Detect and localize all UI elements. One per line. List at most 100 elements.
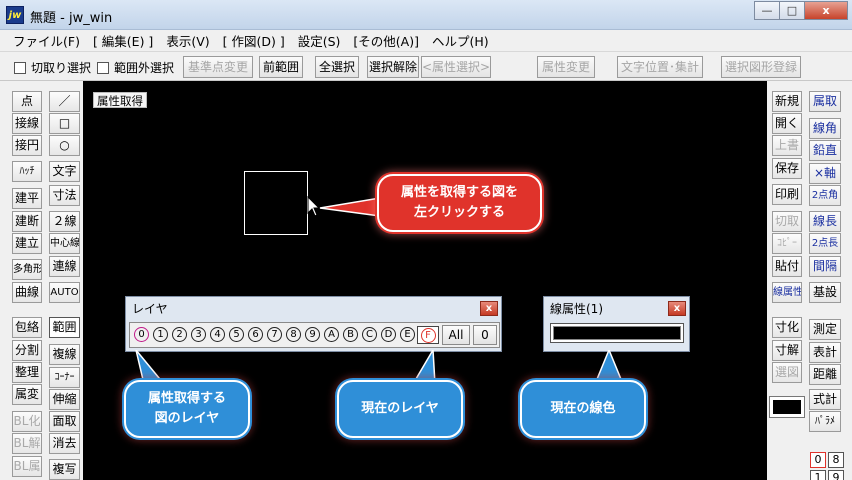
layer-all-button[interactable]: All [442, 325, 470, 345]
tool-divide[interactable]: 分割 [12, 340, 42, 361]
tool-tangent-circle[interactable]: 接円 [12, 135, 42, 156]
tool-point[interactable]: 点 [12, 91, 42, 112]
tool-stretch[interactable]: 伸縮 [49, 389, 80, 410]
current-line-swatch[interactable] [769, 396, 805, 418]
cut-select-checkbox[interactable]: 切取り選択 [14, 59, 91, 76]
layer-button[interactable]: 6 [246, 326, 265, 344]
tool-offset[interactable]: 複線 [49, 344, 80, 365]
layer-button[interactable]: C [360, 326, 379, 344]
tool-block-create[interactable]: BL化 [12, 411, 42, 432]
checkbox-box[interactable] [14, 61, 26, 74]
tool-hatch[interactable]: ﾊｯﾁ [12, 161, 42, 182]
file-new-button[interactable]: 新規 [772, 91, 802, 112]
tool-curve[interactable]: 曲線 [12, 282, 42, 303]
outside-select-checkbox[interactable]: 範囲外選択 [97, 59, 174, 76]
scale-number-box[interactable]: 9 [828, 470, 844, 480]
formula-calc-button[interactable]: 式計 [809, 389, 841, 410]
tool-block-explode[interactable]: BL解 [12, 433, 42, 454]
paste-button[interactable]: 貼付 [772, 256, 802, 277]
copy-button[interactable]: ｺﾋﾟｰ [772, 233, 802, 254]
tool-building-section[interactable]: 建断 [12, 211, 42, 232]
layer-button[interactable]: 7 [265, 326, 284, 344]
current-layer-button[interactable]: F [417, 326, 439, 344]
line-color-swatch[interactable] [550, 323, 684, 343]
tool-attribute-change[interactable]: 属変 [12, 384, 42, 405]
distance-button[interactable]: 距離 [809, 364, 841, 385]
tool-line[interactable]: ／ [49, 91, 80, 112]
previous-range-button[interactable]: 前範囲 [259, 56, 303, 78]
x-axis-button[interactable]: ×軸 [809, 163, 841, 184]
menu-settings[interactable]: 設定(S) [293, 31, 349, 50]
file-overwrite-button[interactable]: 上書 [772, 135, 802, 156]
tool-building-elevation[interactable]: 建立 [12, 233, 42, 254]
dimension-group-button[interactable]: 寸化 [772, 317, 802, 338]
menu-file[interactable]: ファイル(F) [8, 31, 88, 50]
layer-button[interactable]: 3 [189, 326, 208, 344]
parameter-button[interactable]: ﾊﾟﾗﾒ [809, 411, 841, 432]
layer-button[interactable]: 4 [208, 326, 227, 344]
layer-button[interactable]: 1 [151, 326, 170, 344]
menu-draw[interactable]: [ 作図(D) ] [218, 31, 293, 50]
tool-copy[interactable]: 複写 [49, 459, 80, 480]
tool-chamfer[interactable]: 面取 [49, 411, 80, 432]
layer-button[interactable]: 2 [170, 326, 189, 344]
layer-button[interactable]: 8 [284, 326, 303, 344]
deselect-button[interactable]: 選択解除 [367, 56, 419, 78]
tool-envelope[interactable]: 包絡 [12, 317, 42, 338]
cut-button[interactable]: 切取 [772, 211, 802, 232]
scale-number-box[interactable]: 0 [810, 452, 826, 468]
line-angle-button[interactable]: 線角 [809, 118, 841, 139]
tool-block-attribute[interactable]: BL属 [12, 456, 42, 477]
tool-range[interactable]: 範囲 [49, 317, 80, 338]
scale-number-box[interactable]: 1 [810, 470, 826, 480]
layer-zero-button[interactable]: 0 [473, 325, 497, 345]
minimize-button[interactable]: — [754, 1, 780, 20]
tool-tangent[interactable]: 接線 [12, 113, 42, 134]
tool-continuous-line[interactable]: 連線 [49, 256, 80, 277]
tool-center-line[interactable]: 中心線 [49, 233, 80, 254]
tool-polygon[interactable]: 多角形 [12, 259, 42, 280]
dimension-ungroup-button[interactable]: 寸解 [772, 340, 802, 361]
text-position-button[interactable]: 文字位置･集計 [617, 56, 703, 78]
tool-rectangle[interactable]: □ [49, 113, 80, 134]
spacing-button[interactable]: 間隔 [809, 256, 841, 277]
attribute-select-button[interactable]: <属性選択> [421, 56, 491, 78]
table-calc-button[interactable]: 表計 [809, 342, 841, 363]
layer-button[interactable]: E [398, 326, 417, 344]
menu-view[interactable]: 表示(V) [161, 31, 217, 50]
line-panel-close-button[interactable]: x [668, 301, 686, 316]
line-attribute-button[interactable]: 線属性 [772, 282, 802, 303]
file-save-button[interactable]: 保存 [772, 158, 802, 179]
select-figure-button[interactable]: 選図 [772, 362, 802, 383]
layer-button[interactable]: B [341, 326, 360, 344]
tool-dimension[interactable]: 寸法 [49, 185, 80, 206]
checkbox-box[interactable] [97, 61, 109, 74]
layer-button[interactable]: 0 [132, 326, 151, 344]
tool-double-line[interactable]: ２線 [49, 211, 80, 232]
menu-help[interactable]: ヘルプ(H) [427, 31, 497, 50]
tool-auto[interactable]: AUTO [49, 282, 80, 303]
attribute-get-button[interactable]: 属取 [809, 91, 841, 112]
two-point-length-button[interactable]: 2点長 [809, 233, 841, 254]
menu-edit[interactable]: [ 編集(E) ] [88, 31, 161, 50]
layer-panel-close-button[interactable]: x [480, 301, 498, 316]
print-button[interactable]: 印刷 [772, 184, 802, 205]
line-length-button[interactable]: 線長 [809, 211, 841, 232]
layer-button[interactable]: 5 [227, 326, 246, 344]
base-settings-button[interactable]: 基設 [809, 282, 841, 303]
select-all-button[interactable]: 全選択 [315, 56, 359, 78]
attribute-change-button[interactable]: 属性変更 [537, 56, 595, 78]
file-open-button[interactable]: 開く [772, 113, 802, 134]
layer-button[interactable]: D [379, 326, 398, 344]
tool-corner[interactable]: ｺｰﾅｰ [49, 367, 80, 388]
close-button[interactable]: x [804, 1, 848, 20]
layer-button[interactable]: 9 [303, 326, 322, 344]
register-figure-button[interactable]: 選択図形登録 [721, 56, 801, 78]
two-point-angle-button[interactable]: 2点角 [809, 185, 841, 206]
tool-erase[interactable]: 消去 [49, 433, 80, 454]
menu-other[interactable]: [その他(A)] [348, 31, 427, 50]
tool-text[interactable]: 文字 [49, 161, 80, 182]
maximize-button[interactable]: □ [779, 1, 805, 20]
scale-number-box[interactable]: 8 [828, 452, 844, 468]
layer-button[interactable]: A [322, 326, 341, 344]
